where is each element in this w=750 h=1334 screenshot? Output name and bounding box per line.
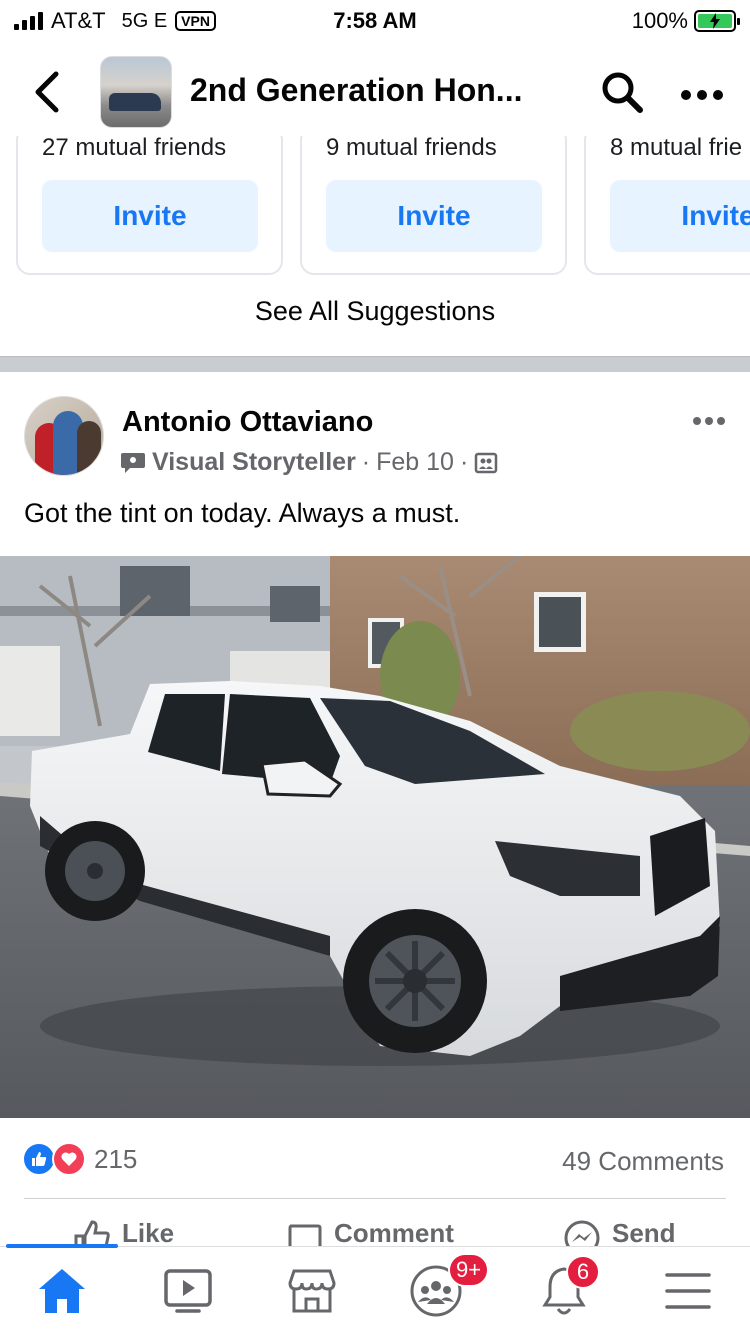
status-bar: AT&T 5G E VPN 7:58 AM 100% [0, 0, 750, 40]
invite-button[interactable]: Invite [610, 180, 750, 252]
truck-photo-illustration [0, 556, 750, 1118]
mutual-friends-text: 27 mutual friends [42, 136, 227, 161]
more-options-button[interactable] [680, 78, 724, 102]
member-suggestions: 27 mutual friends Invite 9 mutual friend… [0, 136, 750, 276]
battery-percent: 100% [631, 8, 688, 33]
like-reaction-icon [22, 1142, 56, 1176]
invite-button[interactable]: Invite [42, 180, 258, 252]
action-separator [24, 1198, 726, 1199]
chevron-left-icon [35, 71, 59, 113]
dot-separator: · [459, 448, 469, 476]
author-badge[interactable]: Visual Storyteller [152, 448, 356, 477]
status-right: 100% [631, 8, 740, 34]
invite-button[interactable]: Invite [326, 180, 542, 252]
comment-button[interactable]: Comment [284, 1218, 454, 1246]
comments-count-link[interactable]: 49 Comments [562, 1146, 724, 1177]
post-date[interactable]: Feb 10 [376, 448, 454, 477]
group-privacy-icon [475, 452, 498, 473]
video-icon [164, 1269, 212, 1313]
thumbs-up-icon [74, 1220, 110, 1246]
see-all-suggestions-link[interactable]: See All Suggestions [0, 296, 750, 327]
suggestion-card[interactable]: 27 mutual friends Invite [16, 136, 283, 275]
reactions-summary[interactable]: 215 [22, 1142, 137, 1176]
notifications-badge: 6 [566, 1255, 600, 1289]
section-divider [0, 356, 750, 372]
more-dots-icon [693, 417, 725, 425]
post-actions: Like Comment Send [0, 1216, 750, 1246]
love-reaction-icon [52, 1142, 86, 1176]
like-label: Like [122, 1218, 175, 1246]
post-text: Got the tint on today. Always a must. [24, 498, 461, 528]
tab-home[interactable] [32, 1261, 92, 1321]
bottom-tab-bar: 9+ 6 [0, 1244, 750, 1334]
battery-icon [694, 10, 740, 32]
marketplace-icon [288, 1269, 336, 1313]
messenger-icon [564, 1220, 600, 1246]
comment-label: Comment [334, 1218, 454, 1246]
group-title[interactable]: 2nd Generation Hon... [190, 72, 522, 109]
more-dots-icon [681, 90, 723, 100]
tab-watch[interactable] [158, 1261, 218, 1321]
group-header: 2nd Generation Hon... [0, 48, 750, 136]
search-button[interactable] [600, 70, 644, 114]
post-author[interactable]: Antonio Ottaviano [122, 406, 373, 439]
suggestion-card[interactable]: 8 mutual frie Invite [584, 136, 750, 275]
mutual-friends-text: 9 mutual friends [326, 136, 497, 161]
reaction-count: 215 [94, 1143, 138, 1174]
back-button[interactable] [30, 70, 64, 114]
active-tab-indicator [6, 1244, 118, 1248]
suggestion-card[interactable]: 9 mutual friends Invite [300, 136, 567, 275]
home-icon [39, 1269, 85, 1313]
speech-bubble-icon [121, 452, 145, 473]
like-button[interactable]: Like [72, 1218, 174, 1246]
mutual-friends-text: 8 mutual frie [610, 136, 743, 161]
author-avatar[interactable] [24, 396, 104, 476]
send-button[interactable]: Send [562, 1218, 676, 1246]
hamburger-menu-icon [665, 1273, 711, 1309]
post-meta: Visual Storyteller · Feb 10 · [120, 448, 498, 477]
search-icon [602, 72, 643, 113]
tab-marketplace[interactable] [282, 1261, 342, 1321]
post-options-button[interactable] [692, 400, 726, 434]
post-photo[interactable] [0, 556, 750, 1118]
comment-bubble-icon [288, 1224, 322, 1246]
group-thumbnail[interactable] [100, 56, 172, 128]
groups-badge: 9+ [448, 1253, 490, 1287]
send-label: Send [612, 1218, 676, 1246]
dot-separator: · [361, 448, 371, 476]
tab-menu[interactable] [658, 1261, 718, 1321]
